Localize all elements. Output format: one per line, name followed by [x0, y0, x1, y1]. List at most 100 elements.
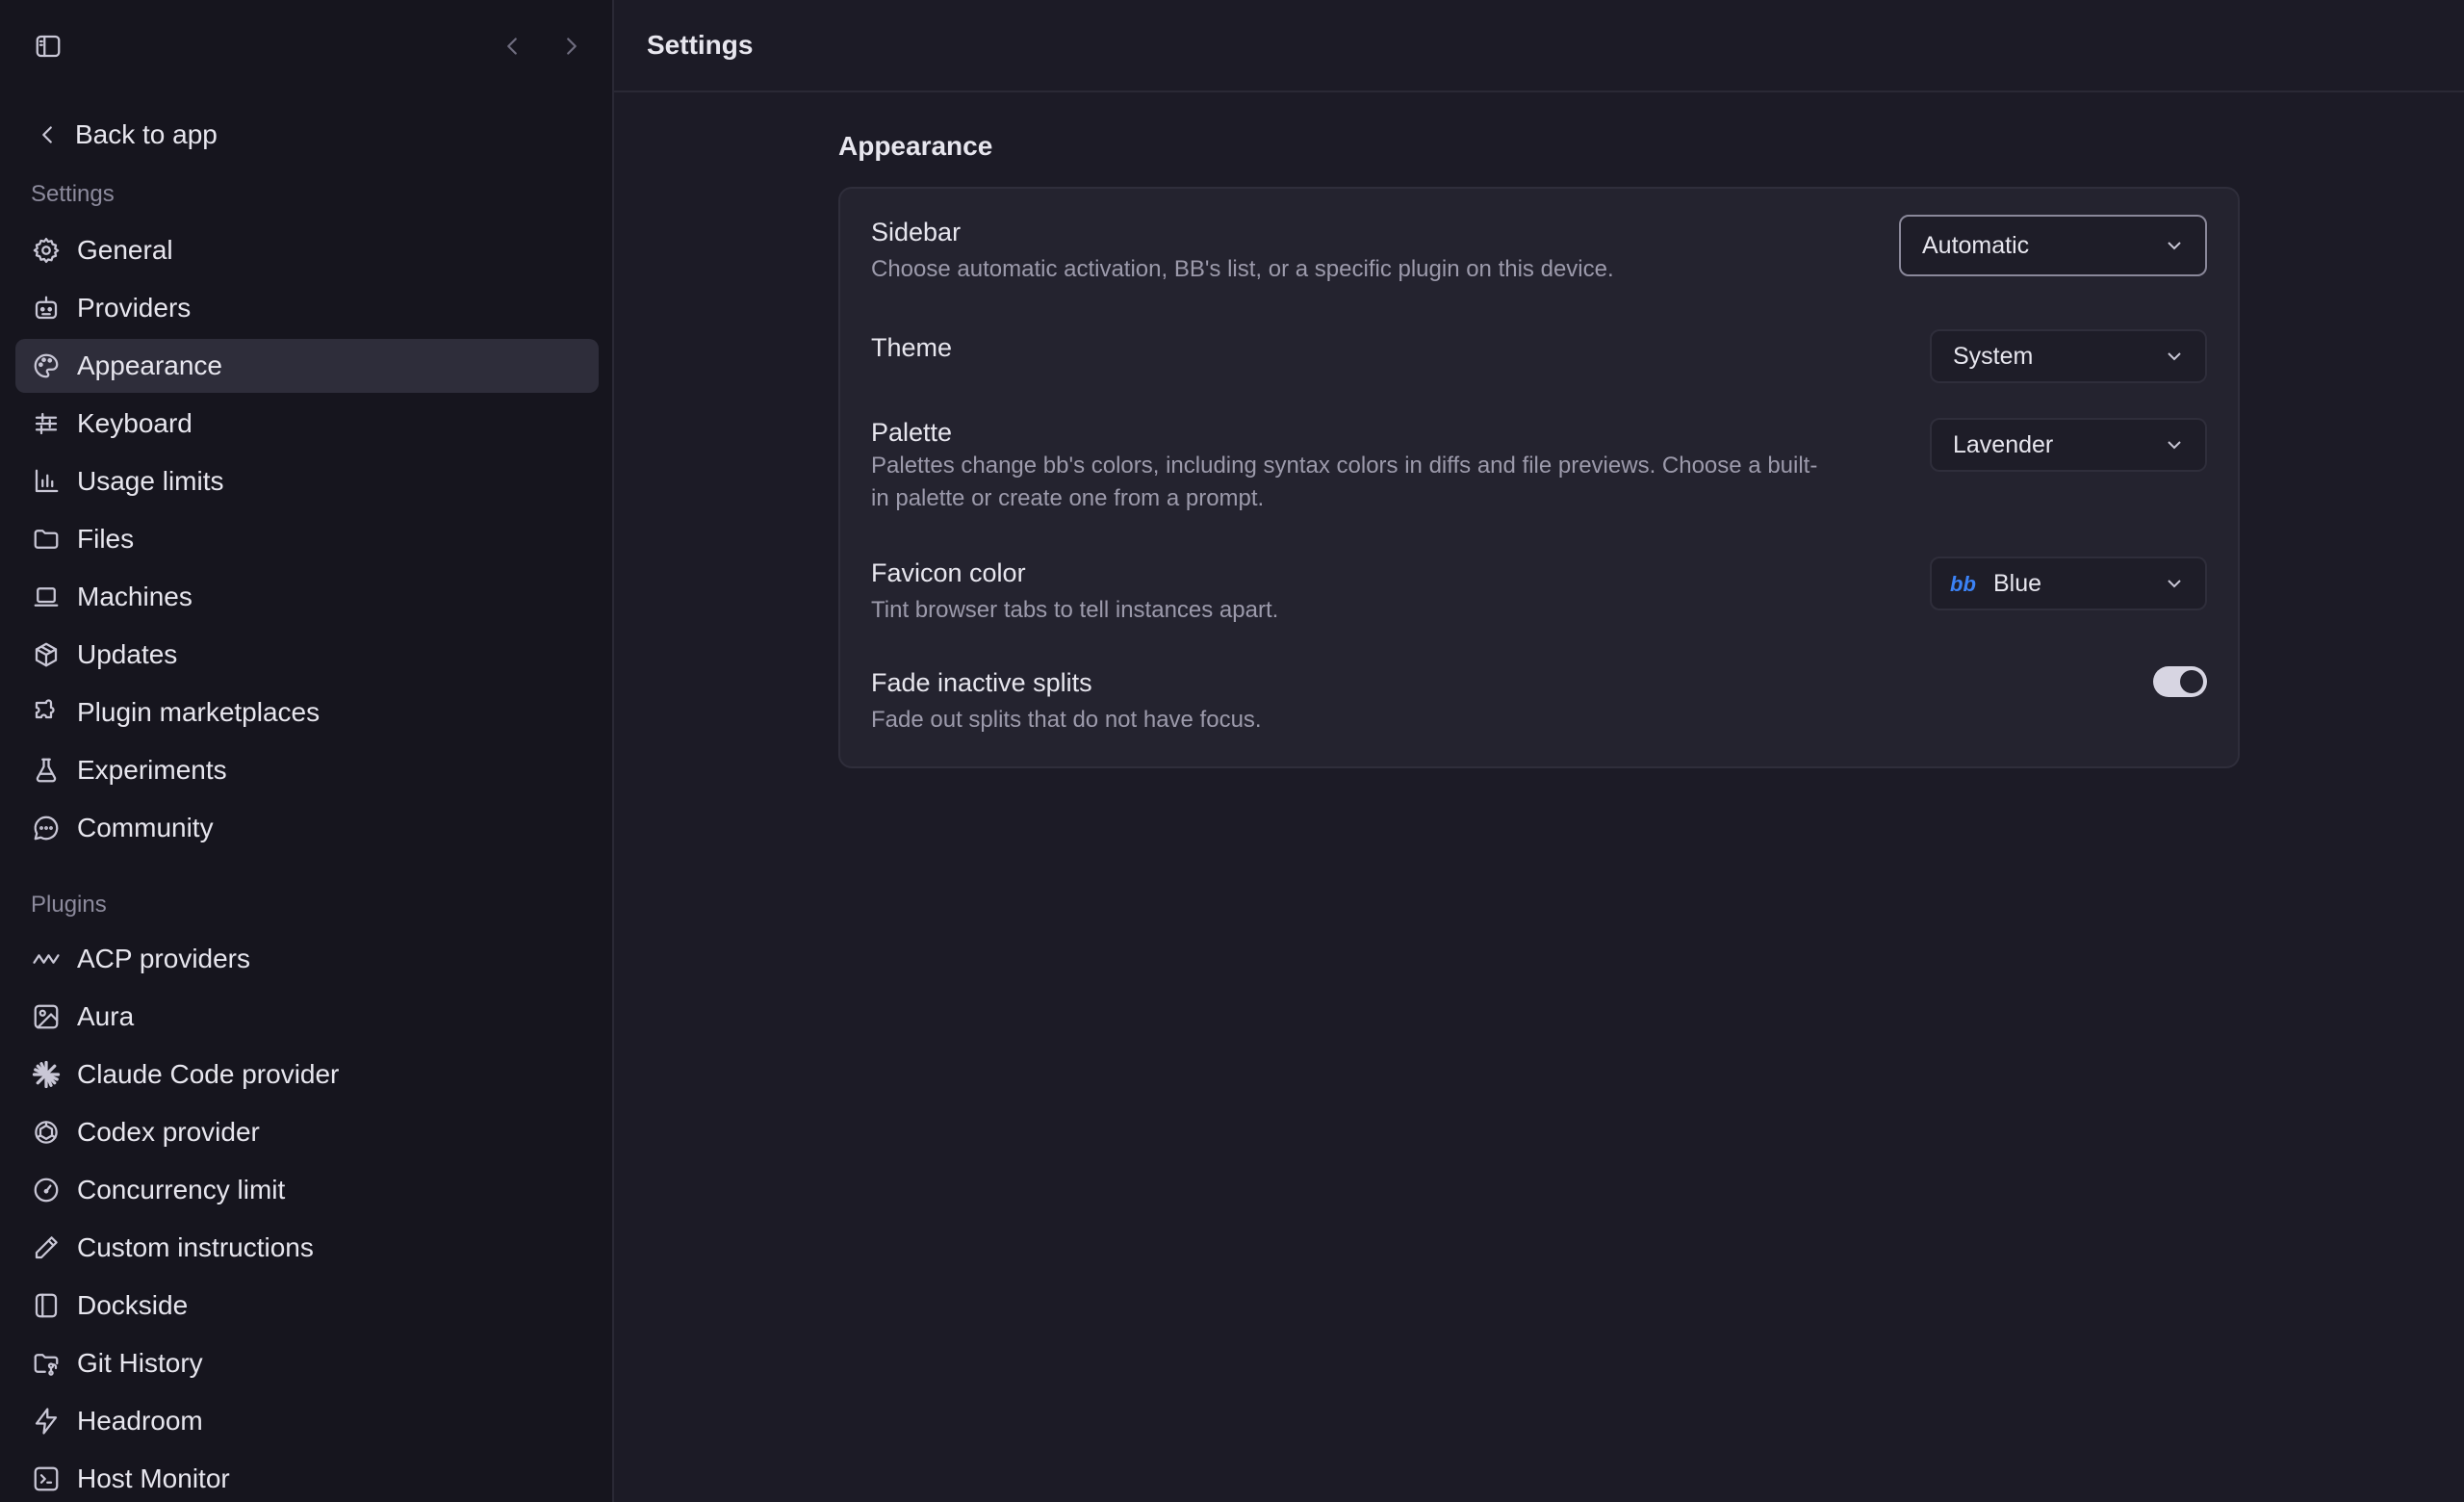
sidebar-item-label: Community: [77, 813, 214, 842]
sidebar-item-label: Machines: [77, 582, 192, 611]
palette-select[interactable]: Lavender: [1930, 418, 2207, 472]
pencil-icon: [31, 1232, 62, 1263]
sidebar-item-label: Keyboard: [77, 408, 192, 438]
favicon-select-value: Blue: [1993, 569, 2042, 597]
sidebar-item-label: Git History: [77, 1348, 203, 1378]
chevron-down-icon: [2161, 343, 2188, 370]
toggle-sidebar-icon[interactable]: [33, 31, 64, 62]
sidebar-item-general[interactable]: General: [15, 223, 599, 277]
back-to-app-link[interactable]: Back to app: [15, 110, 599, 160]
sidebar-item-usage-limits[interactable]: Usage limits: [15, 454, 599, 508]
robot-icon: [31, 293, 62, 324]
sidebar-item-concurrency-limit[interactable]: Concurrency limit: [15, 1163, 599, 1217]
sidebar-item-experiments[interactable]: Experiments: [15, 743, 599, 797]
openai-knot-icon: [31, 1117, 62, 1148]
sidebar-item-label: Concurrency limit: [77, 1175, 286, 1204]
sidebar-item-host-monitor[interactable]: Host Monitor: [15, 1452, 599, 1502]
flask-icon: [31, 755, 62, 786]
settings-section-label: Settings: [31, 181, 115, 207]
sidebar-item-machines[interactable]: Machines: [15, 570, 599, 624]
gear-icon: [31, 235, 62, 266]
terminal-square-icon: [31, 1463, 62, 1494]
favicon-setting-row: Favicon color Tint browser tabs to tell …: [871, 557, 2207, 627]
section-title: Appearance: [838, 131, 993, 161]
favicon-glyph: bb: [1950, 572, 1976, 596]
theme-setting-row: Theme System: [871, 329, 2207, 383]
appearance-section: Appearance Sidebar Choose automatic acti…: [838, 131, 2240, 768]
laptop-icon: [31, 582, 62, 612]
sidebar-item-label: Providers: [77, 293, 192, 323]
puzzle-icon: [31, 697, 62, 728]
wave-icon: [31, 944, 62, 974]
page-title: Settings: [614, 0, 2464, 92]
bar-chart-icon: [31, 466, 62, 497]
sidebar-item-providers[interactable]: Providers: [15, 281, 599, 335]
sidebar-item-label: Dockside: [77, 1290, 189, 1320]
toggle-knob: [2180, 670, 2203, 693]
sidebar-item-claude-code-provider[interactable]: Claude Code provider: [15, 1048, 599, 1101]
starburst-icon: [31, 1059, 62, 1090]
sidebar-item-files[interactable]: Files: [15, 512, 599, 566]
sidebar-item-label: Codex provider: [77, 1117, 260, 1147]
sidebar-item-label: Appearance: [77, 350, 223, 380]
sidebar-setting-row: Sidebar Choose automatic activation, BB'…: [871, 215, 2207, 286]
theme-select[interactable]: System: [1930, 329, 2207, 383]
sidebar-item-label: Aura: [77, 1001, 135, 1031]
fade-splits-toggle[interactable]: [2153, 666, 2207, 697]
sidebar-item-community[interactable]: Community: [15, 801, 599, 855]
sidebar-item-label: Files: [77, 524, 135, 554]
fade-splits-title: Fade inactive splits: [871, 668, 1092, 697]
sidebar-item-label: Headroom: [77, 1406, 203, 1436]
palette-desc-line-2: in palette or create one from a prompt.: [871, 485, 1265, 511]
theme-select-value: System: [1953, 342, 2034, 370]
settings-sidebar: Back to app Settings General Providers A…: [0, 0, 614, 1502]
sidebar-item-label: Updates: [77, 639, 178, 669]
chevron-down-icon: [2161, 431, 2188, 458]
fade-splits-setting-row: Fade inactive splits Fade out splits tha…: [871, 666, 2207, 737]
nav-back-icon[interactable]: [497, 31, 527, 62]
sidebar-item-git-history[interactable]: Git History: [15, 1336, 599, 1390]
sidebar-toolbar: [0, 0, 612, 92]
sidebar-item-updates[interactable]: Updates: [15, 628, 599, 682]
sidebar-item-aura[interactable]: Aura: [15, 990, 599, 1044]
palette-select-value: Lavender: [1953, 430, 2054, 458]
package-icon: [31, 639, 62, 670]
folder-icon: [31, 524, 62, 555]
sliders-icon: [31, 408, 62, 439]
plugins-nav-list: ACP providers Aura Claude Code provider …: [15, 932, 599, 1502]
back-to-app-label: Back to app: [75, 119, 218, 149]
sidebar-item-label: ACP providers: [77, 944, 251, 973]
favicon-color-select[interactable]: bb Blue: [1930, 557, 2207, 610]
sidebar-item-dockside[interactable]: Dockside: [15, 1279, 599, 1333]
sidebar-item-codex-provider[interactable]: Codex provider: [15, 1105, 599, 1159]
sidebar-select[interactable]: Automatic: [1899, 215, 2207, 276]
sidebar-item-label: Host Monitor: [77, 1463, 230, 1493]
favicon-bb-icon: bb: [1949, 569, 1978, 598]
palette-icon: [31, 350, 62, 381]
fade-splits-desc: Fade out splits that do not have focus.: [871, 707, 1262, 733]
image-icon: [31, 1001, 62, 1032]
chevron-left-icon: [33, 120, 62, 149]
sidebar-item-label: Plugin marketplaces: [77, 697, 321, 727]
sidebar-item-keyboard[interactable]: Keyboard: [15, 397, 599, 451]
plugins-section-label: Plugins: [31, 892, 107, 918]
sidebar-item-acp-providers[interactable]: ACP providers: [15, 932, 599, 986]
appearance-card: Sidebar Choose automatic activation, BB'…: [838, 187, 2240, 768]
sidebar-item-custom-instructions[interactable]: Custom instructions: [15, 1221, 599, 1275]
sidebar-item-label: Claude Code provider: [77, 1059, 340, 1089]
chat-bubble-icon: [31, 813, 62, 843]
sidebar-item-label: Experiments: [77, 755, 227, 785]
folder-git-icon: [31, 1348, 62, 1379]
gauge-icon: [31, 1175, 62, 1205]
sidebar-item-plugin-marketplaces[interactable]: Plugin marketplaces: [15, 686, 599, 739]
sidebar-item-headroom[interactable]: Headroom: [15, 1394, 599, 1448]
chevron-down-icon: [2161, 570, 2188, 597]
sidebar-item-label: General: [77, 235, 173, 265]
settings-main: Settings Appearance Sidebar Choose autom…: [614, 0, 2464, 1502]
sidebar-item-appearance[interactable]: Appearance: [15, 339, 599, 393]
settings-nav-list: General Providers Appearance Keyboard Us…: [15, 223, 599, 859]
nav-forward-icon[interactable]: [556, 31, 587, 62]
chevron-down-icon: [2161, 232, 2188, 259]
sidebar-item-label: Custom instructions: [77, 1232, 314, 1262]
sidebar-item-label: Usage limits: [77, 466, 224, 496]
